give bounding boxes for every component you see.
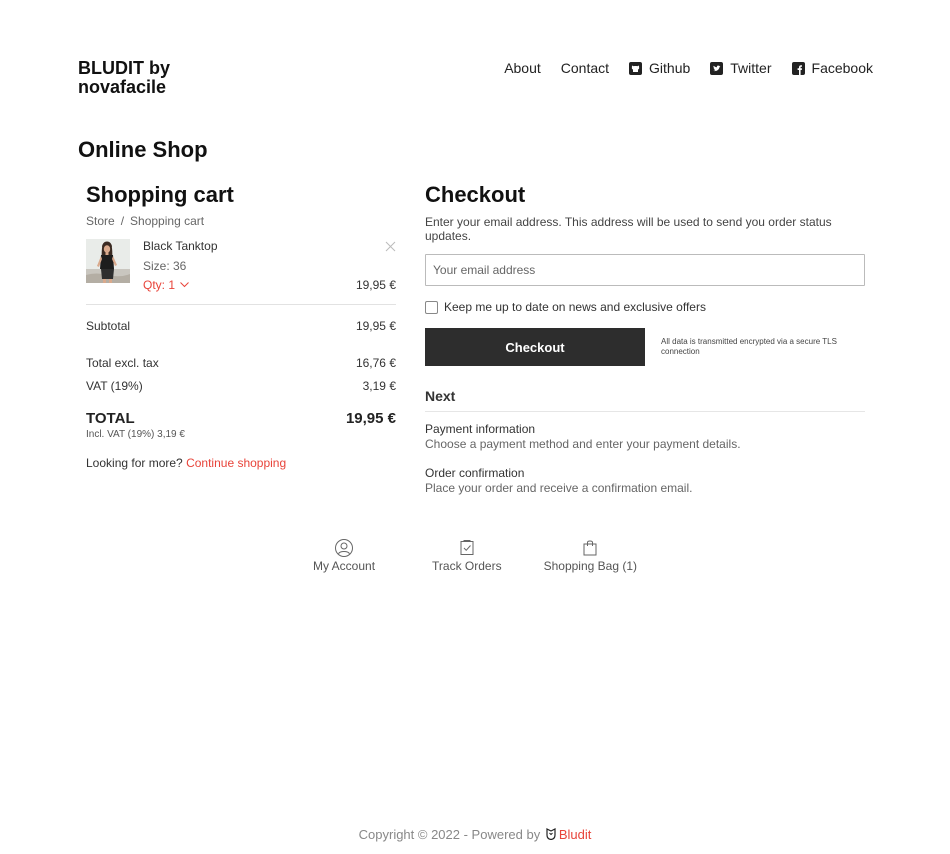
copyright-text: Copyright © 2022 - Powered by bbox=[358, 827, 541, 842]
step-description: Place your order and receive a confirmat… bbox=[425, 481, 693, 495]
vat-row: VAT (19%) 3,19 € bbox=[86, 379, 396, 393]
secure-connection-note: All data is transmitted encrypted via a … bbox=[661, 337, 837, 356]
item-name[interactable]: Black Tanktop bbox=[143, 239, 218, 253]
tax-label: Total excl. tax bbox=[86, 356, 159, 370]
facebook-icon bbox=[791, 61, 805, 75]
item-size: Size: 36 bbox=[143, 259, 187, 273]
footer: Copyright © 2022 - Powered by Bludit bbox=[0, 827, 950, 842]
more-text: Looking for more? bbox=[86, 456, 183, 470]
bludit-logo-icon bbox=[546, 828, 556, 841]
clipboard-check-icon bbox=[460, 540, 474, 555]
breadcrumb: Store / Shopping cart bbox=[86, 214, 396, 228]
page-title: Online Shop bbox=[78, 137, 208, 162]
breadcrumb-current: Shopping cart bbox=[130, 214, 205, 228]
close-icon[interactable] bbox=[385, 241, 396, 252]
next-steps-title: Next bbox=[425, 388, 865, 412]
quantity-select[interactable]: Qty: 1 bbox=[143, 278, 190, 292]
checkout-button[interactable]: Checkout bbox=[425, 328, 645, 366]
nav-contact[interactable]: Contact bbox=[561, 60, 609, 76]
nav-github[interactable]: Github bbox=[629, 60, 690, 76]
checkout-action-row: Checkout All data is transmitted encrypt… bbox=[425, 328, 865, 366]
continue-shopping-link[interactable]: Continue shopping bbox=[186, 456, 286, 470]
vat-label: VAT (19%) bbox=[86, 379, 143, 393]
breadcrumb-store[interactable]: Store bbox=[86, 214, 115, 228]
tax-row: Total excl. tax 16,76 € bbox=[86, 356, 396, 370]
newsletter-option: Keep me up to date on news and exclusive… bbox=[425, 300, 865, 314]
item-price: 19,95 € bbox=[355, 278, 396, 292]
bludit-link[interactable]: Bludit bbox=[559, 827, 592, 842]
checkout-intro: Enter your email address. This address w… bbox=[425, 215, 832, 243]
total-label: TOTAL bbox=[86, 410, 135, 427]
step-description: Choose a payment method and enter your p… bbox=[425, 437, 741, 451]
twitter-icon bbox=[710, 61, 724, 75]
total-value: 19,95 € bbox=[345, 410, 396, 427]
step-payment: Payment information Choose a payment met… bbox=[425, 422, 865, 452]
step-title: Payment information bbox=[425, 422, 536, 436]
bag-icon bbox=[583, 540, 597, 556]
subtotal-value: 19,95 € bbox=[355, 319, 396, 333]
track-orders-link[interactable]: Track Orders bbox=[432, 538, 502, 573]
total-row: TOTAL 19,95 € bbox=[86, 410, 396, 427]
my-account-link[interactable]: My Account bbox=[313, 538, 375, 573]
cart-title: Shopping cart bbox=[86, 182, 234, 207]
subtotal-label: Subtotal bbox=[86, 319, 131, 333]
brand-line-1: BLUDIT by bbox=[78, 58, 170, 78]
step-confirmation: Order confirmation Place your order and … bbox=[425, 466, 865, 496]
nav-facebook[interactable]: Facebook bbox=[791, 60, 873, 76]
step-title: Order confirmation bbox=[425, 466, 525, 480]
checkout-title: Checkout bbox=[425, 182, 526, 207]
newsletter-checkbox[interactable] bbox=[425, 300, 438, 314]
top-navigation: About Contact Github Twitter Facebook bbox=[504, 60, 873, 76]
cart-item: Black Tanktop Size: 36 Qty: 1 19,95 € bbox=[86, 239, 396, 305]
email-field[interactable] bbox=[425, 254, 865, 286]
continue-shopping-line: Looking for more? Continue shopping bbox=[86, 456, 396, 470]
product-thumbnail[interactable] bbox=[86, 239, 130, 283]
user-icon bbox=[335, 539, 354, 557]
shopping-bag-link[interactable]: Shopping Bag (1) bbox=[544, 538, 637, 573]
nav-twitter[interactable]: Twitter bbox=[710, 60, 772, 76]
newsletter-label[interactable]: Keep me up to date on news and exclusive… bbox=[444, 300, 706, 314]
breadcrumb-separator: / bbox=[120, 214, 125, 228]
chevron-down-icon bbox=[180, 282, 190, 288]
vat-value: 3,19 € bbox=[362, 379, 396, 393]
nav-about[interactable]: About bbox=[504, 60, 541, 76]
subtotal-row: Subtotal 19,95 € bbox=[86, 319, 396, 333]
site-brand[interactable]: BLUDIT by novafacile bbox=[78, 59, 170, 97]
tax-value: 16,76 € bbox=[355, 356, 396, 370]
account-navigation: My Account Track Orders Shopping Bag (1) bbox=[0, 538, 950, 573]
shopping-cart-panel: Shopping cart Store / Shopping cart Black … bbox=[86, 182, 396, 470]
github-icon bbox=[629, 61, 643, 75]
checkout-panel: Checkout Enter your email address. This … bbox=[425, 182, 865, 496]
brand-line-2: novafacile bbox=[78, 77, 167, 97]
incl-vat-note: Incl. VAT (19%) 3,19 € bbox=[86, 429, 185, 440]
